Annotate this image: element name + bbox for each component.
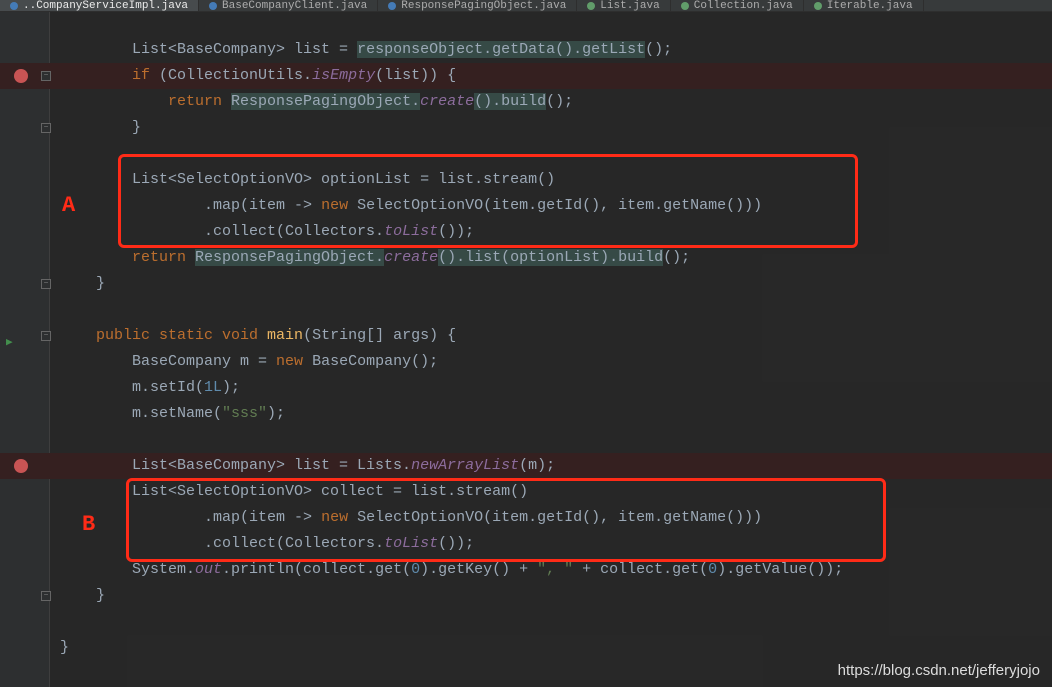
tab-5[interactable]: Iterable.java xyxy=(804,0,924,12)
tab-4[interactable]: Collection.java xyxy=(671,0,804,12)
annotation-label-a: A xyxy=(62,193,75,218)
code-line: List<BaseCompany> list = Lists.newArrayL… xyxy=(60,453,1052,479)
code-line xyxy=(60,609,1052,635)
tab-label: List.java xyxy=(600,0,659,12)
tab-label: Iterable.java xyxy=(827,0,913,12)
tab-label: ..CompanyServiceImpl.java xyxy=(23,0,188,12)
file-icon xyxy=(209,2,217,10)
code-line xyxy=(60,297,1052,323)
watermark: https://blog.csdn.net/jefferyjojo xyxy=(838,662,1040,679)
tab-0[interactable]: ..CompanyServiceImpl.java xyxy=(0,0,199,12)
code-line: } xyxy=(60,271,1052,297)
code-editor[interactable]: List<BaseCompany> list = responseObject.… xyxy=(50,12,1052,687)
annotation-box-b xyxy=(126,478,886,562)
code-line: public static void main(String[] args) { xyxy=(60,323,1052,349)
tab-3[interactable]: List.java xyxy=(577,0,670,12)
file-icon xyxy=(388,2,396,10)
annotation-box-a xyxy=(118,154,858,248)
editor-tabs: ..CompanyServiceImpl.java BaseCompanyCli… xyxy=(0,0,1052,12)
code-line: } xyxy=(60,635,1052,661)
fold-marker[interactable]: − xyxy=(41,279,51,289)
tab-1[interactable]: BaseCompanyClient.java xyxy=(199,0,378,12)
fold-marker[interactable]: − xyxy=(41,331,51,341)
code-line: } xyxy=(60,115,1052,141)
file-icon xyxy=(10,2,18,10)
code-line: } xyxy=(60,583,1052,609)
code-line: return ResponsePagingObject.create().lis… xyxy=(60,245,1052,271)
code-line: m.setName("sss"); xyxy=(60,401,1052,427)
tab-label: Collection.java xyxy=(694,0,793,12)
tab-2[interactable]: ResponsePagingObject.java xyxy=(378,0,577,12)
tab-label: ResponsePagingObject.java xyxy=(401,0,566,12)
fold-strip xyxy=(38,12,50,687)
code-line xyxy=(60,427,1052,453)
code-line: m.setId(1L); xyxy=(60,375,1052,401)
fold-marker[interactable]: − xyxy=(41,123,51,133)
fold-marker[interactable]: − xyxy=(41,591,51,601)
code-line: BaseCompany m = new BaseCompany(); xyxy=(60,349,1052,375)
code-line: List<BaseCompany> list = responseObject.… xyxy=(60,37,1052,63)
code-line: if (CollectionUtils.isEmpty(list)) { xyxy=(60,63,1052,89)
breakpoint-icon[interactable] xyxy=(14,459,28,473)
code-line: return ResponsePagingObject.create().bui… xyxy=(60,89,1052,115)
annotation-label-b: B xyxy=(82,512,95,537)
file-icon xyxy=(681,2,689,10)
file-icon xyxy=(587,2,595,10)
file-icon xyxy=(814,2,822,10)
tab-label: BaseCompanyClient.java xyxy=(222,0,367,12)
fold-marker[interactable]: − xyxy=(41,71,51,81)
run-gutter-icon[interactable]: ▶ xyxy=(6,335,13,349)
breakpoint-icon[interactable] xyxy=(14,69,28,83)
